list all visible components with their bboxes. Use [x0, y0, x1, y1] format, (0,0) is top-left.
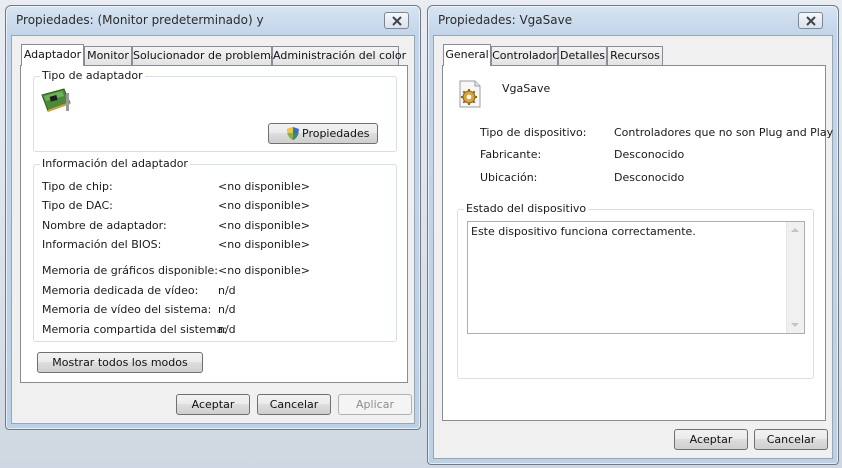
cancel-button[interactable]: Cancelar [257, 394, 331, 415]
tab-general[interactable]: General [443, 44, 491, 66]
detail-value: Desconocido [614, 148, 685, 161]
info-value: n/d [218, 323, 236, 336]
device-status-text: Este dispositivo funciona correctamente. [471, 225, 696, 238]
adapter-info-group-label: Información del adaptador [40, 157, 190, 170]
tab-adaptador[interactable]: Adaptador [21, 44, 84, 66]
adapter-properties-label: Propiedades [302, 127, 370, 140]
device-status-group: Estado del dispositivo Este dispositivo … [457, 202, 814, 379]
tab-administracion-color[interactable]: Administración del color [272, 46, 406, 65]
info-value: <no disponible> [218, 199, 310, 212]
close-icon [806, 16, 816, 26]
general-tab-page: VgaSave Tipo de dispositivo: Controlador… [442, 65, 833, 421]
title-bar[interactable]: Propiedades: (Monitor predeterminado) y [6, 6, 420, 36]
adapter-type-group: Tipo de adaptador Propiedades [33, 69, 397, 152]
tab-controlador[interactable]: Controlador [491, 46, 558, 65]
info-value: <no disponible> [218, 264, 310, 277]
window-title: Propiedades: VgaSave [438, 13, 573, 27]
detail-label: Tipo de dispositivo: [480, 126, 587, 139]
info-value: n/d [218, 303, 236, 316]
adapter-properties-button[interactable]: Propiedades [268, 123, 378, 144]
detail-value: Controladores que no son Plug and Play [614, 126, 834, 139]
detail-label: Fabricante: [480, 148, 542, 161]
device-status-group-label: Estado del dispositivo [464, 202, 589, 215]
info-value: n/d [218, 284, 236, 297]
ok-button[interactable]: Aceptar [176, 394, 250, 415]
info-value: <no disponible> [218, 219, 310, 232]
status-scrollbar[interactable] [786, 222, 804, 333]
detail-value: Desconocido [614, 171, 685, 184]
info-label: Tipo de chip: [42, 180, 113, 193]
scroll-up-arrow-icon[interactable] [791, 228, 799, 232]
tab-strip: General Controlador Detalles Recursos [443, 44, 693, 66]
info-label: Tipo de DAC: [42, 199, 113, 212]
video-card-icon [41, 88, 71, 112]
adapter-info-group: Información del adaptador Tipo de chip: … [33, 157, 397, 342]
monitor-properties-window: Propiedades: (Monitor predeterminado) y … [5, 5, 421, 430]
title-bar[interactable]: Propiedades: VgaSave [428, 6, 838, 36]
info-label: Nombre de adaptador: [42, 219, 167, 232]
uac-shield-icon [287, 127, 299, 140]
device-gear-icon [459, 80, 481, 108]
info-label: Memoria dedicada de vídeo: [42, 284, 199, 297]
dialog-client-area: Adaptador Monitor Solucionador de proble… [11, 35, 415, 424]
device-status-textbox[interactable]: Este dispositivo funciona correctamente. [467, 221, 805, 334]
info-value: <no disponible> [218, 180, 310, 193]
vgasave-properties-window: Propiedades: VgaSave General Controlador… [427, 5, 839, 465]
list-all-modes-button[interactable]: Mostrar todos los modos [37, 352, 203, 373]
apply-button[interactable]: Aplicar [338, 394, 412, 415]
close-button[interactable] [798, 12, 823, 29]
detail-label: Ubicación: [480, 171, 538, 184]
scroll-down-arrow-icon[interactable] [791, 323, 799, 327]
adapter-type-group-label: Tipo de adaptador [40, 69, 145, 82]
tab-detalles[interactable]: Detalles [558, 46, 607, 65]
info-label: Memoria de vídeo del sistema: [42, 303, 212, 316]
info-label: Memoria compartida del sistema: [42, 323, 227, 336]
dialog-client-area: General Controlador Detalles Recursos Vg… [433, 35, 833, 459]
adapter-tab-page: Tipo de adaptador Propiedades Informació… [20, 65, 408, 383]
tab-strip: Adaptador Monitor Solucionador de proble… [21, 44, 406, 66]
cancel-button[interactable]: Cancelar [754, 429, 828, 450]
device-name: VgaSave [502, 82, 551, 95]
tab-solucionador[interactable]: Solucionador de problemas [132, 46, 283, 65]
close-icon [392, 16, 402, 26]
info-value: <no disponible> [218, 238, 310, 251]
ok-button[interactable]: Aceptar [674, 429, 748, 450]
info-label: Información del BIOS: [42, 238, 162, 251]
tab-recursos[interactable]: Recursos [607, 46, 663, 65]
tab-monitor[interactable]: Monitor [84, 46, 132, 65]
close-button[interactable] [384, 12, 409, 29]
info-label: Memoria de gráficos disponible: [42, 264, 218, 277]
window-title: Propiedades: (Monitor predeterminado) y [16, 13, 264, 27]
